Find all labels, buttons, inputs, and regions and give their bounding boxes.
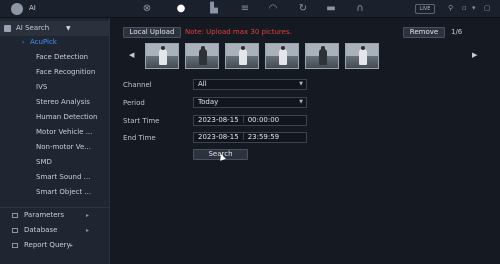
dashboard-icon[interactable]: ◠ [266, 3, 280, 15]
sidebar-item-label: Motor Vehicle ... [36, 128, 93, 136]
chevron-down-icon: ▼ [299, 81, 303, 87]
sidebar-group-report-query[interactable]: Report Query ▸ [0, 238, 110, 253]
sidebar-item-motor-vehicle[interactable]: Motor Vehicle ... [0, 125, 110, 140]
end-time: 23:59:59 [247, 133, 280, 141]
sidebar-item-face-detection[interactable]: Face Detection [0, 50, 110, 65]
sidebar-group-database[interactable]: Database ▸ [0, 223, 110, 238]
live-button[interactable]: LIVE [415, 4, 435, 14]
ai-icon[interactable]: ● [174, 3, 188, 15]
settings-icon[interactable]: ≡ [238, 3, 252, 15]
sidebar-item-label: IVS [36, 83, 48, 91]
chevron-right-icon: ▸ [86, 227, 90, 234]
end-time-label: End Time [123, 134, 156, 142]
sidebar-group-label: Parameters [24, 211, 65, 219]
sidebar-item-label: Smart Object ... [36, 188, 92, 196]
minimize-icon[interactable]: ▫ [462, 4, 467, 12]
period-value: Today [198, 98, 219, 106]
overview-icon[interactable]: ⊗ [140, 3, 154, 15]
start-time: 00:00:00 [247, 116, 280, 124]
chevron-down-icon: ▼ [299, 99, 303, 105]
sidebar-group-label: Report Query [24, 241, 71, 249]
thumbnail[interactable] [265, 43, 299, 69]
refresh-icon[interactable]: ↻ [296, 3, 310, 15]
sidebar-item-face-recognition[interactable]: Face Recognition [0, 65, 110, 80]
channel-label: Channel [123, 81, 152, 89]
sidebar-item-stereo-analysis[interactable]: Stereo Analysis [0, 95, 110, 110]
end-date: 2023-08-15 [198, 133, 239, 141]
menu-icon[interactable]: ▾ [472, 4, 476, 12]
sidebar-item-label: Face Recognition [36, 68, 96, 76]
sidebar-header-label: AI Search [16, 24, 50, 32]
sidebar-item-smart-object[interactable]: Smart Object ... [0, 185, 110, 200]
top-bar: AI ⊗ ● ▙ ≡ ◠ ↻ ▬ ∩ LIVE ⚲ ▫ ▾ ▢ [0, 0, 500, 18]
upload-note: Note: Upload max 30 pictures. [185, 28, 292, 36]
thumbnail[interactable] [305, 43, 339, 69]
storage-icon[interactable]: ▙ [207, 3, 221, 15]
sidebar-item-label: Human Detection [36, 113, 98, 121]
sidebar-item-label: AcuPick [30, 38, 57, 46]
sidebar-item-label: SMD [36, 158, 52, 166]
thumbnail[interactable] [185, 43, 219, 69]
sidebar-group-parameters[interactable]: Parameters ▸ [0, 208, 110, 223]
monitor-icon[interactable]: ▬ [324, 3, 338, 15]
help-icon[interactable]: ∩ [353, 3, 367, 15]
remove-button[interactable]: Remove [403, 27, 445, 38]
sidebar-item-smart-sound[interactable]: Smart Sound ... [0, 170, 110, 185]
period-label: Period [123, 99, 145, 107]
channel-value: All [198, 80, 207, 88]
parameters-icon [12, 213, 18, 218]
end-time-input[interactable]: 2023-08-15 23:59:59 [193, 132, 307, 143]
sidebar: AI Search ▼ › AcuPick Face Detection Fac… [0, 18, 110, 264]
next-arrow-icon[interactable]: ▶ [472, 51, 477, 59]
start-time-input[interactable]: 2023-08-15 00:00:00 [193, 115, 307, 126]
ai-logo-icon [11, 3, 23, 15]
thumbnail[interactable] [145, 43, 179, 69]
ai-search-icon [4, 25, 11, 32]
sidebar-item-smd[interactable]: SMD [0, 155, 110, 170]
period-select[interactable]: Today ▼ [193, 97, 307, 108]
sidebar-item-ivs[interactable]: IVS [0, 80, 110, 95]
page-indicator: 1/6 [451, 28, 463, 36]
sidebar-item-acupick[interactable]: › AcuPick [0, 35, 110, 50]
chevron-right-icon: ▸ [70, 242, 74, 249]
report-icon [12, 243, 18, 248]
sidebar-item-human-detection[interactable]: Human Detection [0, 110, 110, 125]
chevron-down-icon: ▼ [66, 25, 71, 32]
sidebar-item-label: Non-motor Ve... [36, 143, 91, 151]
thumbnail[interactable] [345, 43, 379, 69]
chevron-right-icon: ▸ [86, 212, 90, 219]
prev-arrow-icon[interactable]: ◀ [129, 51, 134, 59]
start-time-label: Start Time [123, 117, 160, 125]
sidebar-group-label: Database [24, 226, 58, 234]
thumbnail[interactable] [225, 43, 259, 69]
chevron-right-icon: › [22, 39, 25, 46]
sidebar-item-label: Stereo Analysis [36, 98, 90, 106]
sidebar-item-non-motor-vehicle[interactable]: Non-motor Ve... [0, 140, 110, 155]
channel-select[interactable]: All ▼ [193, 79, 307, 90]
database-icon [12, 228, 18, 233]
user-icon[interactable]: ⚲ [448, 4, 453, 12]
app-title: AI [29, 4, 36, 12]
start-date: 2023-08-15 [198, 116, 239, 124]
window-icon[interactable]: ▢ [484, 4, 491, 12]
local-upload-button[interactable]: Local Upload [123, 27, 181, 38]
sidebar-item-label: Face Detection [36, 53, 89, 61]
sidebar-item-label: Smart Sound ... [36, 173, 91, 181]
sidebar-header-ai-search[interactable]: AI Search ▼ [0, 21, 110, 36]
